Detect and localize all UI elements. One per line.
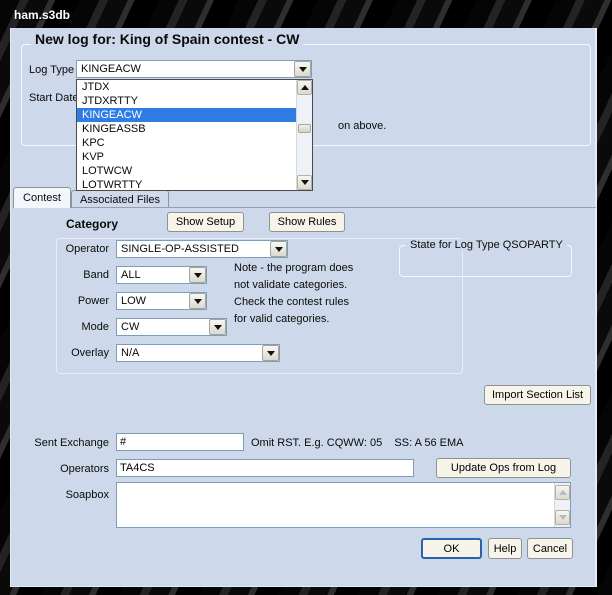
log-type-dropdown-button[interactable] — [294, 61, 311, 77]
operators-input[interactable] — [116, 459, 414, 477]
note-line: Note - the program does — [234, 260, 353, 277]
log-type-dropdown-list: JTDX JTDXRTTY KINGEACW KINGEASSB KPC KVP… — [76, 79, 313, 191]
power-label: Power — [11, 295, 109, 307]
mode-dropdown-button[interactable] — [209, 319, 226, 335]
overlay-dropdown-button[interactable] — [262, 345, 279, 361]
dropdown-option[interactable]: KVP — [77, 150, 296, 164]
soapbox-scrollbar[interactable] — [554, 483, 570, 527]
operators-label: Operators — [11, 463, 109, 475]
note-line: not validate categories. — [234, 277, 353, 294]
dropdown-option[interactable]: JTDXRTTY — [77, 94, 296, 108]
chevron-down-icon — [275, 247, 283, 252]
scroll-down-button[interactable] — [555, 510, 570, 525]
help-button[interactable]: Help — [488, 538, 522, 559]
tab-contest[interactable]: Contest — [13, 187, 71, 208]
note-line: for valid categories. — [234, 311, 353, 328]
operator-combobox[interactable]: SINGLE-OP-ASSISTED — [116, 240, 288, 258]
arrow-down-icon — [301, 180, 309, 185]
mode-label: Mode — [11, 321, 109, 333]
dropdown-option[interactable]: KPC — [77, 136, 296, 150]
ok-button[interactable]: OK — [421, 538, 482, 559]
dropdown-option[interactable]: LOTWCW — [77, 164, 296, 178]
new-log-group-title: New log for: King of Spain contest - CW — [31, 31, 303, 47]
obscured-hint-text: on above. — [338, 120, 386, 132]
power-combobox[interactable]: LOW — [116, 292, 207, 310]
band-value: ALL — [121, 269, 141, 281]
show-setup-button[interactable]: Show Setup — [167, 212, 244, 232]
operator-value: SINGLE-OP-ASSISTED — [121, 243, 239, 255]
log-type-label: Log Type — [29, 64, 74, 76]
mode-combobox[interactable]: CW — [116, 318, 227, 336]
soapbox-label: Soapbox — [11, 489, 109, 501]
scroll-up-button[interactable] — [555, 485, 570, 500]
operator-dropdown-button[interactable] — [270, 241, 287, 257]
titlebar[interactable]: ham.s3db — [0, 0, 612, 28]
chevron-down-icon — [299, 67, 307, 72]
tab-panel-border — [13, 207, 596, 208]
overlay-combobox[interactable]: N/A — [116, 344, 280, 362]
sent-exchange-hint: Omit RST. E.g. CQWW: 05 SS: A 56 EMA — [251, 437, 464, 449]
arrow-down-icon — [559, 515, 567, 520]
tab-associated-files-label: Associated Files — [80, 194, 160, 206]
soapbox-textarea[interactable] — [116, 482, 571, 528]
chevron-down-icon — [194, 273, 202, 278]
overlay-label: Overlay — [11, 347, 109, 359]
note-line: Check the contest rules — [234, 294, 353, 311]
sent-exchange-input[interactable] — [116, 433, 244, 451]
dropdown-option-selected[interactable]: KINGEACW — [77, 108, 296, 122]
scroll-up-button[interactable] — [297, 80, 312, 95]
dropdown-option[interactable]: JTDX — [77, 80, 296, 94]
import-section-list-button[interactable]: Import Section List — [484, 385, 591, 405]
log-type-combobox[interactable]: KINGEACW — [76, 60, 312, 78]
dropdown-scrollbar[interactable] — [296, 80, 312, 190]
start-date-label: Start Date — [29, 92, 79, 104]
chevron-down-icon — [194, 299, 202, 304]
operator-label: Operator — [11, 243, 109, 255]
overlay-value: N/A — [121, 347, 139, 359]
chevron-down-icon — [214, 325, 222, 330]
update-ops-button[interactable]: Update Ops from Log — [436, 458, 571, 478]
sent-exchange-label: Sent Exchange — [11, 437, 109, 449]
app-window: ham.s3db New log for: King of Spain cont… — [0, 0, 612, 595]
arrow-up-icon — [301, 85, 309, 90]
power-value: LOW — [121, 295, 146, 307]
power-dropdown-button[interactable] — [189, 293, 206, 309]
chevron-down-icon — [267, 351, 275, 356]
tab-contest-label: Contest — [23, 192, 61, 204]
dialog-body: New log for: King of Spain contest - CW … — [10, 28, 597, 587]
mode-value: CW — [121, 321, 139, 333]
category-label: Category — [66, 217, 118, 231]
dropdown-option[interactable]: LOTWRTTY — [77, 178, 296, 192]
arrow-up-icon — [559, 490, 567, 495]
scrollbar-thumb[interactable] — [298, 124, 311, 133]
band-combobox[interactable]: ALL — [116, 266, 207, 284]
category-note: Note - the program does not validate cat… — [234, 260, 353, 328]
tab-associated-files[interactable]: Associated Files — [71, 190, 169, 208]
cancel-button[interactable]: Cancel — [527, 538, 573, 559]
show-rules-button[interactable]: Show Rules — [269, 212, 345, 232]
state-group-title: State for Log Type QSOPARTY — [406, 239, 567, 251]
scroll-down-button[interactable] — [297, 175, 312, 190]
band-label: Band — [11, 269, 109, 281]
dropdown-option[interactable]: KINGEASSB — [77, 122, 296, 136]
log-type-value: KINGEACW — [81, 63, 141, 75]
window-title: ham.s3db — [14, 8, 70, 22]
band-dropdown-button[interactable] — [189, 267, 206, 283]
